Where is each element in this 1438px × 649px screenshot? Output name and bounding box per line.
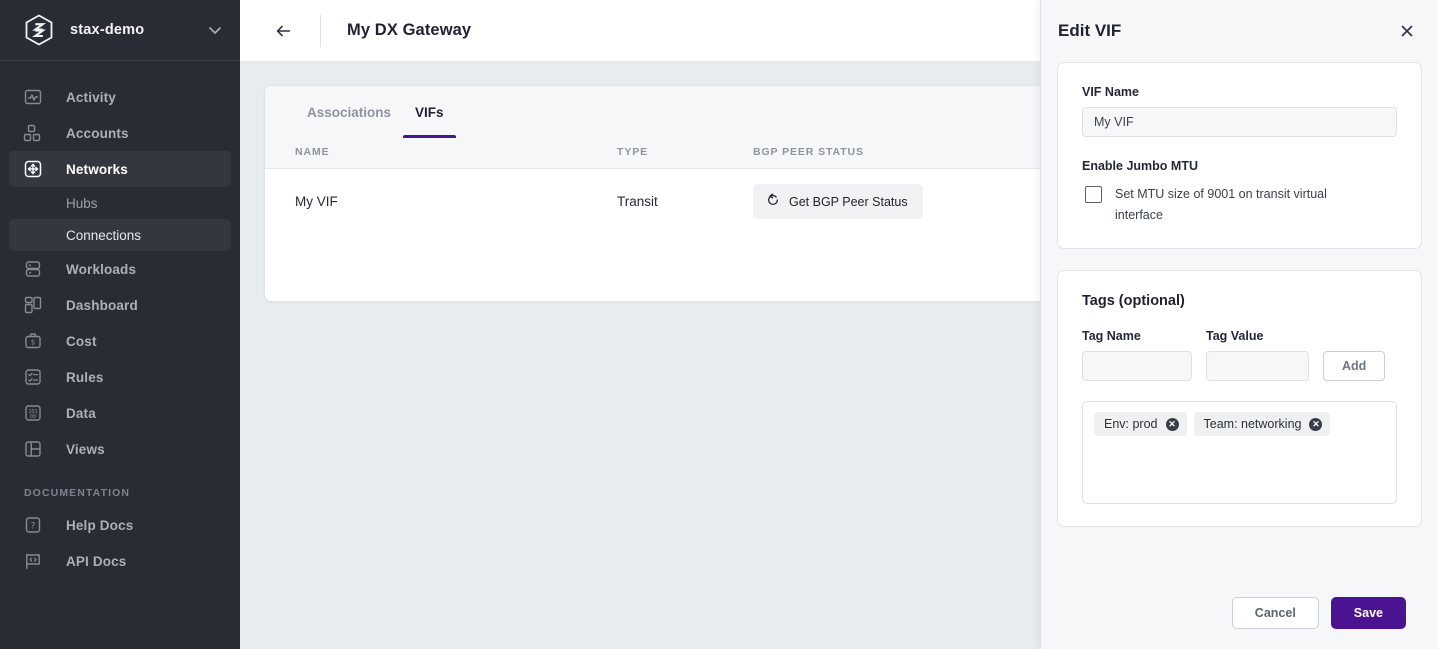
sidebar-item-help-docs[interactable]: ? Help Docs bbox=[9, 507, 231, 543]
main-area: My DX Gateway Associations VIFs NAME TYP… bbox=[240, 0, 1438, 649]
get-bgp-peer-status-button[interactable]: Get BGP Peer Status bbox=[753, 184, 923, 220]
sidebar-item-label: Help Docs bbox=[66, 517, 134, 533]
cell-type: Transit bbox=[617, 168, 753, 235]
edit-vif-drawer: Edit VIF VIF Name Enable Jumbo MTU Set M… bbox=[1040, 0, 1438, 649]
org-name: stax-demo bbox=[70, 22, 145, 38]
tags-panel: Tags (optional) Tag Name Tag Value Add E… bbox=[1057, 270, 1422, 527]
add-tag-button[interactable]: Add bbox=[1323, 351, 1386, 381]
tab-vifs[interactable]: VIFs bbox=[403, 86, 456, 138]
svg-text:00: 00 bbox=[30, 414, 36, 420]
svg-text:$: $ bbox=[31, 339, 35, 347]
tag-value-input[interactable] bbox=[1206, 351, 1309, 381]
data-binary-icon: 101 00 bbox=[22, 402, 44, 424]
sidebar: stax-demo Activity Accounts Networks Hub… bbox=[0, 0, 240, 649]
svg-text:?: ? bbox=[31, 521, 36, 531]
jumbo-mtu-label: Enable Jumbo MTU bbox=[1082, 159, 1198, 173]
sidebar-item-label: Rules bbox=[66, 369, 104, 385]
sidebar-item-label: Accounts bbox=[66, 125, 129, 141]
sidebar-item-api-docs[interactable]: API Docs bbox=[9, 543, 231, 579]
sidebar-item-dashboard[interactable]: Dashboard bbox=[9, 287, 231, 323]
jumbo-mtu-checkbox[interactable] bbox=[1085, 186, 1102, 203]
tags-title: Tags (optional) bbox=[1082, 293, 1185, 309]
jumbo-mtu-row: Set MTU size of 9001 on transit virtual … bbox=[1082, 184, 1397, 226]
cell-name: My VIF bbox=[265, 168, 617, 235]
sidebar-item-label: Networks bbox=[66, 161, 128, 177]
vif-settings-panel: VIF Name Enable Jumbo MTU Set MTU size o… bbox=[1057, 62, 1422, 249]
tag-value-group: Tag Value bbox=[1206, 329, 1309, 381]
drawer-footer: Cancel Save bbox=[1041, 585, 1438, 649]
tag-chip: Team: networking ✕ bbox=[1193, 412, 1331, 436]
tag-chip-label: Env: prod bbox=[1104, 417, 1158, 431]
arrow-left-icon[interactable] bbox=[268, 16, 298, 46]
tag-name-group: Tag Name bbox=[1082, 329, 1192, 381]
accounts-grid-icon bbox=[22, 122, 44, 144]
sidebar-item-accounts[interactable]: Accounts bbox=[9, 115, 231, 151]
sidebar-item-views[interactable]: Views bbox=[9, 431, 231, 467]
views-layout-icon bbox=[22, 438, 44, 460]
remove-chip-icon[interactable]: ✕ bbox=[1309, 417, 1323, 431]
column-header-type: TYPE bbox=[617, 138, 753, 169]
jumbo-mtu-checkbox-label: Set MTU size of 9001 on transit virtual … bbox=[1115, 187, 1327, 222]
dashboard-grid-icon bbox=[22, 294, 44, 316]
sidebar-item-workloads[interactable]: Workloads bbox=[9, 251, 231, 287]
sidebar-item-hubs[interactable]: Hubs bbox=[9, 187, 231, 219]
activity-chart-icon bbox=[22, 86, 44, 108]
workloads-stack-icon bbox=[22, 258, 44, 280]
drawer-title: Edit VIF bbox=[1058, 21, 1122, 40]
sidebar-item-label: Cost bbox=[66, 333, 97, 349]
sidebar-item-label: Workloads bbox=[66, 261, 137, 277]
refresh-counterclockwise-icon bbox=[766, 193, 780, 210]
tag-entry-row: Tag Name Tag Value Add bbox=[1082, 329, 1397, 381]
tag-name-label: Tag Name bbox=[1082, 329, 1141, 343]
save-button[interactable]: Save bbox=[1330, 597, 1406, 629]
tab-associations[interactable]: Associations bbox=[295, 86, 403, 138]
page-title: My DX Gateway bbox=[347, 21, 472, 39]
sidebar-item-label: Activity bbox=[66, 89, 116, 105]
remove-chip-icon[interactable]: ✕ bbox=[1165, 417, 1179, 431]
drawer-body: VIF Name Enable Jumbo MTU Set MTU size o… bbox=[1041, 62, 1438, 585]
sidebar-subitem-label: Connections bbox=[66, 227, 142, 243]
sidebar-section-label: DOCUMENTATION bbox=[24, 487, 131, 499]
vif-name-input[interactable] bbox=[1082, 107, 1397, 137]
sidebar-item-label: API Docs bbox=[66, 553, 127, 569]
api-flag-code-icon bbox=[22, 550, 44, 572]
sidebar-item-label: Views bbox=[66, 441, 105, 457]
sidebar-item-label: Dashboard bbox=[66, 297, 138, 313]
networks-move-icon bbox=[22, 158, 44, 180]
app-root: stax-demo Activity Accounts Networks Hub… bbox=[0, 0, 1438, 649]
cancel-button[interactable]: Cancel bbox=[1231, 597, 1319, 629]
tag-chip: Env: prod ✕ bbox=[1094, 412, 1187, 436]
sidebar-item-rules[interactable]: Rules bbox=[9, 359, 231, 395]
sidebar-item-connections[interactable]: Connections bbox=[9, 219, 231, 251]
sidebar-item-cost[interactable]: $ Cost bbox=[9, 323, 231, 359]
topbar-divider bbox=[320, 14, 321, 47]
column-header-name: NAME bbox=[265, 138, 617, 169]
sidebar-item-networks[interactable]: Networks bbox=[9, 151, 231, 187]
sidebar-item-data[interactable]: 101 00 Data bbox=[9, 395, 231, 431]
help-question-icon: ? bbox=[22, 514, 44, 536]
sidebar-item-label: Data bbox=[66, 405, 96, 421]
sidebar-subitem-label: Hubs bbox=[66, 195, 98, 211]
vif-name-label: VIF Name bbox=[1082, 85, 1139, 99]
tag-chip-list: Env: prod ✕ Team: networking ✕ bbox=[1082, 401, 1397, 504]
drawer-header: Edit VIF bbox=[1041, 0, 1438, 62]
rules-checklist-icon bbox=[22, 366, 44, 388]
chevron-down-icon[interactable] bbox=[206, 21, 224, 39]
stax-hexagon-logo-icon bbox=[24, 14, 54, 46]
tag-name-input[interactable] bbox=[1082, 351, 1192, 381]
close-icon[interactable] bbox=[1394, 18, 1420, 44]
tag-chip-label: Team: networking bbox=[1203, 417, 1302, 431]
get-bgp-peer-status-label: Get BGP Peer Status bbox=[789, 194, 908, 209]
sidebar-item-activity[interactable]: Activity bbox=[9, 79, 231, 115]
sidebar-nav: Activity Accounts Networks Hubs Connecti… bbox=[0, 61, 240, 649]
tag-value-label: Tag Value bbox=[1206, 329, 1264, 343]
cost-briefcase-icon: $ bbox=[22, 330, 44, 352]
org-switcher[interactable]: stax-demo bbox=[0, 0, 240, 61]
